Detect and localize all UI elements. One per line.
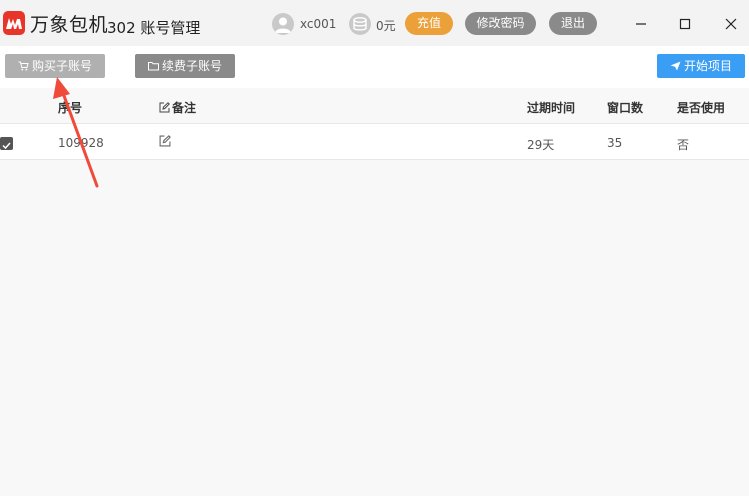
edit-remark-icon[interactable]: [159, 135, 171, 150]
app-name: 万象包机: [30, 14, 109, 36]
renew-subaccount-button[interactable]: 续费子账号: [135, 54, 235, 78]
user-avatar-icon[interactable]: [272, 13, 294, 35]
edit-icon: [159, 102, 170, 113]
table-row[interactable]: 109928 29天 35 否: [0, 124, 749, 160]
cell-expire: 29天: [527, 138, 555, 152]
column-header-in-use[interactable]: 是否使用: [677, 99, 725, 116]
cart-icon: [18, 61, 29, 71]
app-logo-icon: [3, 11, 25, 35]
recharge-button[interactable]: 充值: [405, 12, 453, 35]
toolbar: 购买子账号 续费子账号 开始项目: [0, 46, 749, 88]
buy-subaccount-label: 购买子账号: [31, 59, 92, 73]
column-header-windows[interactable]: 窗口数: [607, 99, 643, 116]
column-header-seq[interactable]: 序号: [58, 99, 82, 116]
row-checkbox[interactable]: [0, 137, 13, 150]
column-header-remark[interactable]: 备注: [159, 99, 196, 116]
table-header: 序号 备注 过期时间 窗口数 是否使用: [0, 88, 749, 124]
send-icon: [670, 61, 681, 71]
close-icon[interactable]: [720, 13, 742, 35]
user-name: xc001: [300, 17, 337, 31]
folder-icon: [147, 62, 159, 71]
renew-subaccount-label: 续费子账号: [161, 59, 222, 73]
cell-seq: 109928: [58, 136, 104, 150]
minimize-icon[interactable]: [630, 13, 652, 35]
start-project-label: 开始项目: [683, 59, 732, 73]
buy-subaccount-button[interactable]: 购买子账号: [5, 54, 105, 78]
column-header-expire[interactable]: 过期时间: [527, 99, 575, 116]
change-password-button[interactable]: 修改密码: [465, 12, 536, 35]
remark-header-label: 备注: [172, 101, 197, 115]
balance-coin-icon: [349, 13, 371, 35]
cell-in-use: 否: [677, 138, 690, 152]
title-bar: 万象包机 302 账号管理 xc001 0元 充值 修改密码 退出: [0, 0, 749, 46]
page-title: 302 账号管理: [107, 19, 201, 37]
logout-button[interactable]: 退出: [549, 12, 597, 35]
balance-value: 0元: [376, 19, 396, 33]
start-project-button[interactable]: 开始项目: [657, 54, 745, 78]
maximize-icon[interactable]: [674, 13, 696, 35]
cell-windows: 35: [607, 136, 623, 150]
